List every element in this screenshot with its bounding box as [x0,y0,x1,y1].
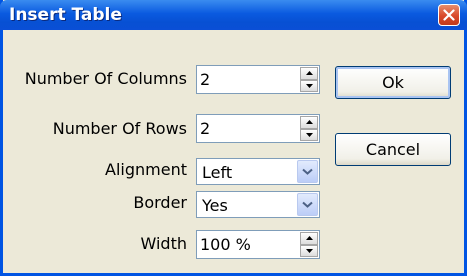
dialog-body: Number Of Columns Number Of Rows [3,30,464,273]
ok-button[interactable]: Ok [335,66,451,99]
arrow-down-icon [305,132,313,137]
border-dropdown-button[interactable] [297,193,318,216]
arrow-down-icon [305,248,313,253]
rows-label: Number Of Rows [52,119,187,138]
columns-label: Number Of Columns [24,69,187,88]
columns-decrement-button[interactable] [300,79,318,92]
rows-input[interactable] [200,118,296,139]
width-increment-button[interactable] [300,232,318,245]
close-icon [443,9,455,21]
width-stepper[interactable] [196,230,320,259]
chevron-down-icon [302,168,313,175]
arrow-down-icon [305,83,313,88]
dialog-title: Insert Table [9,5,122,25]
alignment-select[interactable]: Left [196,158,320,185]
rows-increment-button[interactable] [300,116,318,129]
alignment-label: Alignment [105,160,187,179]
columns-stepper[interactable] [196,65,320,94]
chevron-down-icon [302,201,313,208]
arrow-up-icon [305,71,313,76]
border-label: Border [133,193,187,212]
columns-spin-buttons [300,67,318,92]
arrow-up-icon [305,120,313,125]
width-label: Width [140,234,187,253]
width-decrement-button[interactable] [300,244,318,257]
alignment-value: Left [202,163,233,182]
rows-stepper[interactable] [196,114,320,143]
rows-spin-buttons [300,116,318,141]
alignment-dropdown-button[interactable] [297,160,318,183]
cancel-button[interactable]: Cancel [335,133,451,166]
columns-increment-button[interactable] [300,67,318,80]
border-select[interactable]: Yes [196,191,320,218]
insert-table-dialog: Insert Table Number Of Columns Number Of… [0,0,467,276]
border-value: Yes [202,196,228,215]
width-spin-buttons [300,232,318,257]
columns-input[interactable] [200,69,296,90]
arrow-up-icon [305,236,313,241]
close-button[interactable] [438,4,460,26]
title-bar[interactable]: Insert Table [0,0,467,30]
rows-decrement-button[interactable] [300,128,318,141]
width-input[interactable] [200,234,296,255]
